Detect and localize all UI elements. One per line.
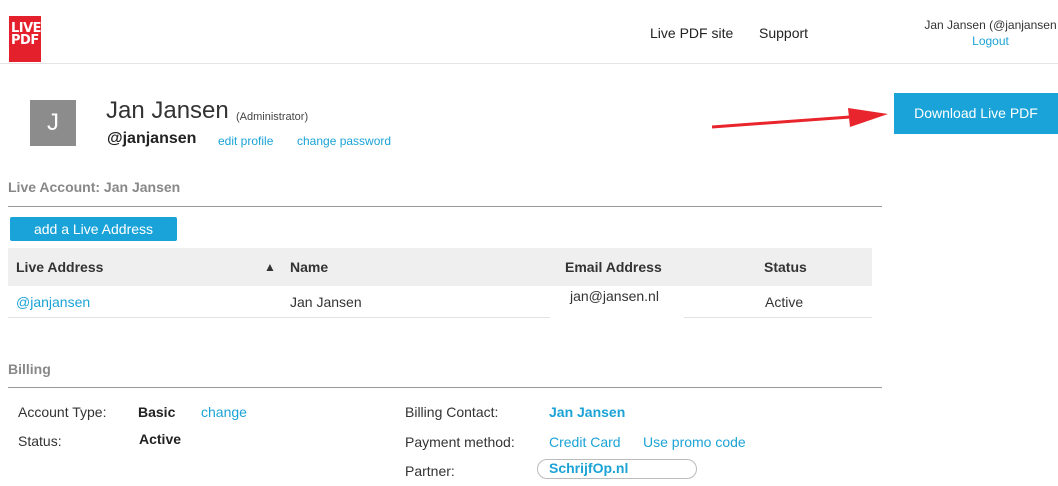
avatar: J xyxy=(30,100,76,146)
row-status: Active xyxy=(765,294,804,310)
account-type-value: Basic xyxy=(138,404,176,420)
column-live-address[interactable]: Live Address xyxy=(16,259,103,275)
user-display-name: Jan Jansen (@janjansen xyxy=(924,18,1057,32)
edit-profile-link[interactable]: edit profile xyxy=(218,134,273,148)
row-live-address-link[interactable]: @janjansen xyxy=(16,294,90,310)
billing-title: Billing xyxy=(8,361,51,377)
billing-contact-label: Billing Contact: xyxy=(405,404,499,420)
red-arrow-icon xyxy=(711,108,888,129)
billing-contact-link[interactable]: Jan Jansen xyxy=(549,404,625,420)
account-type-label: Account Type: xyxy=(18,404,107,420)
status-value: Active xyxy=(139,431,182,447)
row-email: jan@jansen.nl xyxy=(570,288,659,304)
table-header: Live Address ▲ Name Email Address Status xyxy=(8,248,872,286)
sort-up-icon[interactable]: ▲ xyxy=(264,260,276,274)
change-password-link[interactable]: change password xyxy=(297,134,391,148)
status-label: Status: xyxy=(18,433,62,449)
column-email[interactable]: Email Address xyxy=(565,259,662,275)
download-live-pdf-button[interactable]: Download Live PDF xyxy=(894,93,1058,134)
promo-code-link[interactable]: Use promo code xyxy=(643,434,746,450)
partner-value[interactable]: SchrijfOp.nl xyxy=(549,460,628,476)
table-row: @janjansen Jan Jansen jan@jansen.nl Acti… xyxy=(8,286,872,320)
row-name: Jan Jansen xyxy=(290,294,362,310)
change-account-type-link[interactable]: change xyxy=(201,404,247,420)
livepdf-logo[interactable]: LIVE PDF xyxy=(9,16,42,62)
nav-support[interactable]: Support xyxy=(759,25,808,41)
column-status[interactable]: Status xyxy=(764,259,807,275)
divider xyxy=(8,387,882,388)
add-live-address-button[interactable]: add a Live Address xyxy=(10,217,177,241)
column-name[interactable]: Name xyxy=(290,259,328,275)
live-account-title: Live Account: Jan Jansen xyxy=(8,179,181,195)
logout-link[interactable]: Logout xyxy=(918,34,1058,48)
profile-name: Jan Jansen xyxy=(106,97,229,124)
profile-handle: @janjansen xyxy=(107,130,197,147)
credit-card-link[interactable]: Credit Card xyxy=(549,434,621,450)
nav-live-pdf-site[interactable]: Live PDF site xyxy=(650,25,733,41)
top-bar: LIVE PDF Live PDF site Support Jan Janse… xyxy=(0,0,1058,64)
payment-method-label: Payment method: xyxy=(405,434,515,450)
divider xyxy=(8,206,882,207)
user-menu: Jan Jansen (@janjansen Logout xyxy=(918,18,1058,48)
logo-line-2: PDF xyxy=(11,33,39,48)
profile-role: (Administrator) xyxy=(236,111,309,123)
partner-label: Partner: xyxy=(405,463,455,479)
